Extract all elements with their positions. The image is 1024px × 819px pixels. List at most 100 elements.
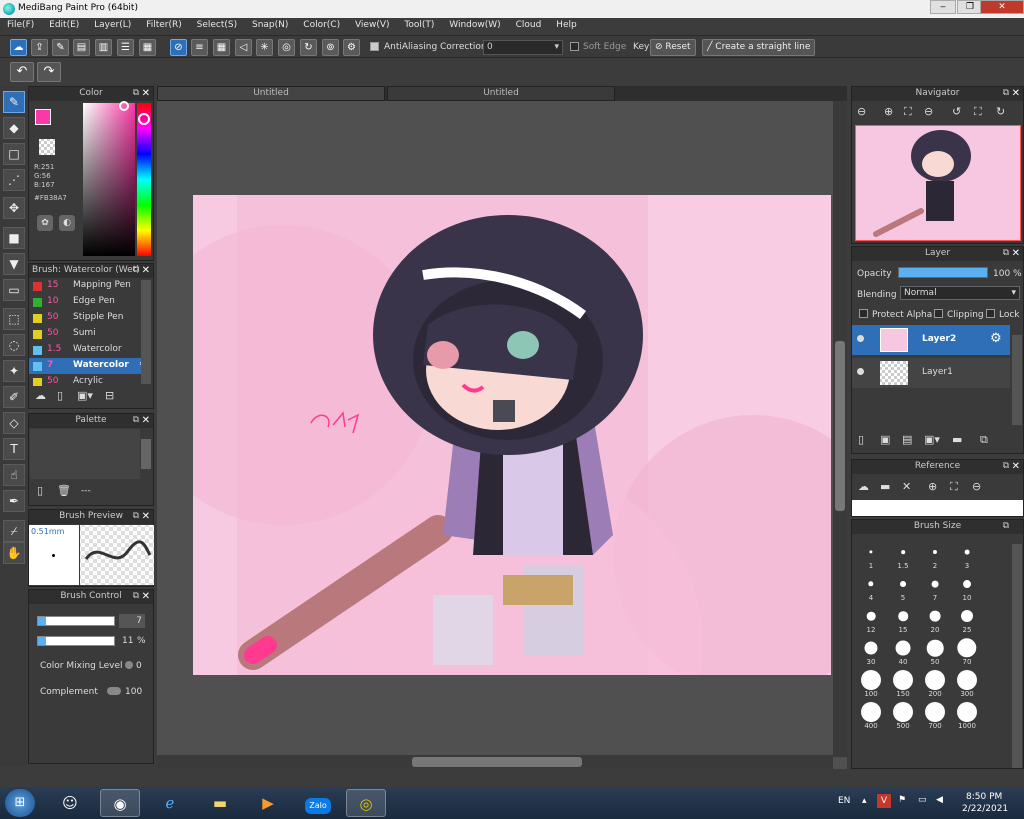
protect-alpha-checkbox[interactable] <box>859 309 868 319</box>
brush-item[interactable]: 50 Stipple Pen <box>29 310 151 326</box>
brush-size-scrollbar[interactable] <box>1012 544 1022 768</box>
float-icon[interactable]: ⧉ <box>133 510 139 523</box>
snap-off-icon[interactable]: ⊘ <box>170 39 187 56</box>
gacha-app-icon[interactable]: ☺ <box>50 789 90 817</box>
list-icon[interactable]: ☰ <box>117 39 134 56</box>
brush-size-option[interactable]: 400 <box>856 700 886 730</box>
palette-area[interactable] <box>30 429 140 479</box>
menu-snap[interactable]: Snap(N) <box>252 18 288 30</box>
new-8bit-layer-icon[interactable]: ▤ <box>902 433 912 446</box>
sv-cursor[interactable] <box>119 101 129 111</box>
brush-size-option[interactable]: 15 <box>888 604 918 634</box>
magic-wand-tool-icon[interactable]: ✦ <box>3 360 25 382</box>
snap-parallel-icon[interactable]: ≡ <box>191 39 208 56</box>
float-icon[interactable]: ⧉ <box>1003 460 1009 473</box>
float-icon[interactable]: ⧉ <box>133 87 139 100</box>
zoom-out-icon[interactable]: ⊖ <box>857 105 866 118</box>
rotate-icon[interactable]: ↺ <box>952 105 961 118</box>
fit-icon[interactable]: ⛶ <box>950 480 958 494</box>
menu-layer[interactable]: Layer(L) <box>94 18 131 30</box>
zoom-in-icon[interactable]: ⊕ <box>884 105 893 118</box>
brush-size-option[interactable]: 7 <box>920 572 950 602</box>
zoom-in-icon[interactable]: ⊕ <box>928 480 937 493</box>
close-panel-icon[interactable]: ✕ <box>142 510 150 523</box>
menu-edit[interactable]: Edit(E) <box>49 18 79 30</box>
brush-size-option[interactable]: 300 <box>952 668 982 698</box>
zoom-out-icon[interactable]: ⊖ <box>972 480 981 493</box>
minimize-button[interactable]: ‒ <box>930 0 956 14</box>
cloud-icon[interactable]: ☁ <box>10 39 27 56</box>
layer-name[interactable]: Layer1 <box>922 367 953 377</box>
close-panel-icon[interactable]: ✕ <box>1012 87 1020 100</box>
brush-item[interactable]: 1.5 Watercolor <box>29 342 151 358</box>
brush-size-option[interactable]: 2 <box>920 540 950 570</box>
correction-dropdown[interactable]: 0 ▾ <box>483 40 563 55</box>
vivaldi-tray-icon[interactable]: V <box>877 794 891 808</box>
brush-item[interactable]: 50 Acrylic <box>29 374 151 386</box>
bucket-tool-icon[interactable]: ▼ <box>3 253 25 275</box>
size-value[interactable]: 7 <box>119 614 145 628</box>
layer-name[interactable]: Layer2 <box>922 334 956 344</box>
brush-size-option[interactable]: 100 <box>856 668 886 698</box>
media-player-icon[interactable]: ▶ <box>248 789 288 817</box>
clipping-checkbox[interactable] <box>934 309 943 319</box>
menu-help[interactable]: Help <box>556 18 577 30</box>
zoom-minus-icon[interactable]: ⊖ <box>924 105 933 118</box>
brush-size-option[interactable]: 5 <box>888 572 918 602</box>
undo-icon[interactable]: ↶ <box>10 62 34 82</box>
document-icon[interactable]: ▥ <box>95 39 112 56</box>
close-panel-icon[interactable]: ✕ <box>142 414 150 427</box>
brush-size-option[interactable]: 70 <box>952 636 982 666</box>
float-icon[interactable]: ⧉ <box>133 414 139 427</box>
float-icon[interactable]: ⧉ <box>1003 87 1009 100</box>
move-tool-icon[interactable]: ✥ <box>3 197 25 219</box>
grid-layout-icon[interactable]: ▦ <box>139 39 156 56</box>
close-panel-icon[interactable]: ✕ <box>1012 247 1020 260</box>
brush-size-option[interactable]: 10 <box>952 572 982 602</box>
brush-size-option[interactable]: 1000 <box>952 700 982 730</box>
snap-radial-icon[interactable]: ✳ <box>256 39 273 56</box>
delete-brush-icon[interactable]: ⊟ <box>105 389 114 402</box>
dot-tool-icon[interactable]: ⋰ <box>3 169 25 191</box>
float-icon[interactable]: ⧉ <box>1003 247 1009 260</box>
eye-icon[interactable] <box>857 368 864 375</box>
shape-tool-icon[interactable]: □ <box>3 143 25 165</box>
color-mixing-knob[interactable] <box>125 661 133 669</box>
color-picker-icon[interactable]: ◐ <box>59 215 75 231</box>
text-tool-icon[interactable]: T <box>3 438 25 460</box>
menu-tool[interactable]: Tool(T) <box>404 18 434 30</box>
brush-size-option[interactable]: 1 <box>856 540 886 570</box>
trash-icon[interactable]: 🗑 <box>57 484 71 497</box>
fill-rect-tool-icon[interactable]: ■ <box>3 227 25 249</box>
palette-scrollbar[interactable] <box>141 439 151 469</box>
rotate-right-icon[interactable]: ↻ <box>996 105 1005 118</box>
close-panel-icon[interactable]: ✕ <box>1012 460 1020 473</box>
snap-perspective-icon[interactable]: ◁ <box>235 39 252 56</box>
soft-edge-checkbox[interactable] <box>570 42 579 52</box>
volume-icon[interactable]: ◀ <box>936 795 943 805</box>
select-eraser-tool-icon[interactable]: ◇ <box>3 412 25 434</box>
horizontal-scroll-thumb[interactable] <box>412 757 582 767</box>
brush-size-option[interactable]: 40 <box>888 636 918 666</box>
cloud-reference-icon[interactable]: ☁ <box>858 480 869 493</box>
open-folder-icon[interactable]: ▬ <box>880 480 890 493</box>
select-pen-tool-icon[interactable]: ✐ <box>3 386 25 408</box>
duplicate-layer-icon[interactable]: ▣ <box>880 433 890 446</box>
saturation-value-picker[interactable] <box>83 103 135 256</box>
snap-circle-icon[interactable]: ◎ <box>278 39 295 56</box>
comment-icon[interactable]: ✎ <box>52 39 69 56</box>
brush-item[interactable]: 10 Edge Pen <box>29 294 151 310</box>
snap-curve-icon[interactable]: ↻ <box>300 39 317 56</box>
menu-select[interactable]: Select(S) <box>197 18 238 30</box>
operation-tool-icon[interactable]: ☝ <box>3 464 25 486</box>
brush-size-option[interactable]: 500 <box>888 700 918 730</box>
brush-size-option[interactable]: 700 <box>920 700 950 730</box>
palette-icon[interactable]: ✿ <box>37 215 53 231</box>
canvas-area[interactable] <box>157 101 847 769</box>
gear-icon[interactable]: ⚙ <box>990 331 1002 346</box>
add-brush-icon[interactable]: ▣▾ <box>77 389 93 402</box>
brush-size-option[interactable]: 20 <box>920 604 950 634</box>
hand-tool-icon[interactable]: ✋ <box>3 542 25 564</box>
close-panel-icon[interactable]: ✕ <box>142 87 150 100</box>
tab-untitled-2[interactable]: Untitled <box>387 86 615 101</box>
